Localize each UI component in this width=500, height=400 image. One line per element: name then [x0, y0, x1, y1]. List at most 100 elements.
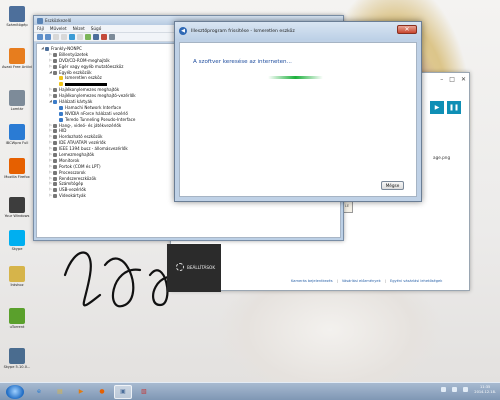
firefox-icon	[9, 158, 25, 174]
dialog-titlebar[interactable]: ◀ Illesztőprogram frissítése - Ismeretle…	[175, 22, 421, 40]
taskbar-app-button[interactable]: ▣	[114, 384, 132, 399]
menu-item-help[interactable]: Súgó	[91, 26, 102, 31]
device-icon	[53, 182, 57, 187]
back-button[interactable]: ◀	[179, 27, 187, 35]
device-icon	[53, 58, 57, 63]
utorrent-icon	[9, 308, 25, 324]
device-icon	[53, 94, 57, 99]
desktop-icon[interactable]: Skype 5.10.0...	[2, 348, 32, 369]
menu-item-view[interactable]: Nézet	[73, 26, 85, 31]
redacted-label	[65, 82, 107, 87]
avast-icon	[9, 48, 25, 64]
footer-link[interactable]: Kamerás bejelentkezés	[291, 279, 333, 283]
window-controls: – □ ✕	[440, 76, 466, 83]
taskbar-app-button[interactable]: e	[30, 385, 48, 399]
disable-icon[interactable]	[109, 34, 115, 40]
update-driver-icon[interactable]	[93, 34, 99, 40]
warning-device-icon	[59, 82, 63, 87]
taskbar: e ▤ ▶ ● ▣ ▧ 11:35 2014.12.18.	[0, 382, 500, 400]
view-icon[interactable]	[77, 34, 83, 40]
system-tray: 11:35 2014.12.18.	[441, 385, 496, 394]
internet-explorer-icon: e	[37, 388, 41, 395]
desktop-icon-label: Számítógép	[6, 23, 28, 27]
progress-bar	[252, 74, 344, 81]
device-icon	[53, 129, 57, 134]
desktop-icon-label: Mozilla Firefox	[4, 175, 30, 179]
taskbar-app-button[interactable]: ▤	[51, 385, 69, 399]
filename-fragment: age.png	[433, 155, 451, 160]
desktop-icon[interactable]: uTorrent	[2, 308, 32, 329]
desktop-icon[interactable]: IBCWpro Full	[2, 124, 32, 145]
media-player-icon: ▶	[78, 388, 84, 395]
back-arrow-icon[interactable]	[37, 34, 43, 40]
tree-item-label: Hang-, videó- és játékvezérlők	[59, 122, 122, 128]
uninstall-icon[interactable]	[101, 34, 107, 40]
device-icon	[53, 164, 57, 169]
desktop-icon-label: uTorrent	[9, 325, 25, 329]
close-button[interactable]: ✕	[461, 76, 466, 83]
cancel-button[interactable]: Mégse	[381, 181, 404, 190]
footer-link[interactable]: Vásárlási előzmények	[342, 279, 381, 283]
firefox-icon: ●	[99, 388, 105, 395]
device-icon	[53, 52, 57, 57]
clock[interactable]: 11:35 2014.12.18.	[474, 385, 496, 394]
desktop-icon[interactable]: Számítógép	[2, 6, 32, 27]
computer-icon	[9, 6, 25, 22]
clock-date: 2014.12.18.	[474, 389, 496, 394]
taskbar-app-button[interactable]: ▧	[135, 385, 153, 399]
taskbar-app-button[interactable]: ●	[93, 385, 111, 399]
recycle-bin-icon	[9, 90, 25, 106]
device-icon	[53, 64, 57, 69]
device-icon	[53, 141, 57, 146]
menu-item-action[interactable]: Művelet	[50, 26, 67, 31]
desktop-icon-label: IBCWpro Full	[5, 141, 29, 145]
driver-update-dialog[interactable]: ◀ Illesztőprogram frissítése - Ismeretle…	[174, 21, 422, 202]
desktop-icon[interactable]: Mozilla Firefox	[2, 158, 32, 179]
folder-icon	[9, 266, 25, 282]
skype-icon	[9, 230, 25, 246]
status-heading: A szoftver keresése az interneten...	[193, 59, 292, 65]
desktop-icon[interactable]: Skype	[2, 230, 32, 251]
settings-label: BEÁLLÍTÁSOK	[187, 264, 216, 270]
warning-device-icon	[59, 76, 63, 81]
desktop-icon[interactable]: Íráshoz	[2, 266, 32, 287]
device-icon	[53, 152, 57, 157]
taskbar-app-button[interactable]: ▶	[72, 385, 90, 399]
device-icon	[53, 194, 57, 199]
device-icon	[53, 135, 57, 140]
pause-icon[interactable]: ❚❚	[447, 101, 461, 114]
dialog-body: A szoftver keresése az interneten... Még…	[179, 42, 417, 197]
help-icon[interactable]	[69, 34, 75, 40]
dialog-title: Illesztőprogram frissítése - Ismeretlen …	[191, 28, 295, 34]
settings-button[interactable]: BEÁLLÍTÁSOK	[176, 263, 215, 271]
list-icon[interactable]	[61, 34, 67, 40]
forward-arrow-icon[interactable]	[45, 34, 51, 40]
device-icon	[53, 88, 57, 93]
desktop-icon[interactable]: Lomtár	[2, 90, 32, 111]
device-icon	[53, 176, 57, 181]
minimize-button[interactable]: –	[440, 76, 443, 83]
close-button[interactable]: ✕	[397, 25, 417, 34]
footer-separator: |	[336, 279, 338, 283]
start-button[interactable]	[6, 384, 24, 399]
device-icon	[59, 105, 63, 110]
device-icon	[53, 123, 57, 128]
footer-link[interactable]: Egyéni vásárlási lehetőségek	[390, 279, 442, 283]
device-icon	[53, 170, 57, 175]
desktop-icon[interactable]: Avast Free Antivirus	[2, 48, 32, 69]
maximize-button[interactable]: □	[449, 76, 455, 83]
app-icon	[9, 124, 25, 140]
desktop-icon[interactable]: Your Windows	[2, 197, 32, 218]
footer-separator: |	[384, 279, 386, 283]
scan-hardware-icon[interactable]	[85, 34, 91, 40]
volume-icon[interactable]	[463, 387, 469, 393]
desktop-icon-label: Avast Free Antivirus	[2, 65, 32, 69]
properties-icon[interactable]	[53, 34, 59, 40]
network-icon[interactable]	[452, 387, 458, 393]
language-icon[interactable]	[441, 387, 447, 393]
menu-item-file[interactable]: Fájl	[37, 26, 44, 31]
tree-item-label: Ismeretlen eszköz	[65, 75, 102, 81]
play-icon[interactable]: ▶	[430, 101, 444, 114]
progress-marquee	[268, 76, 323, 79]
device-icon	[53, 147, 57, 152]
